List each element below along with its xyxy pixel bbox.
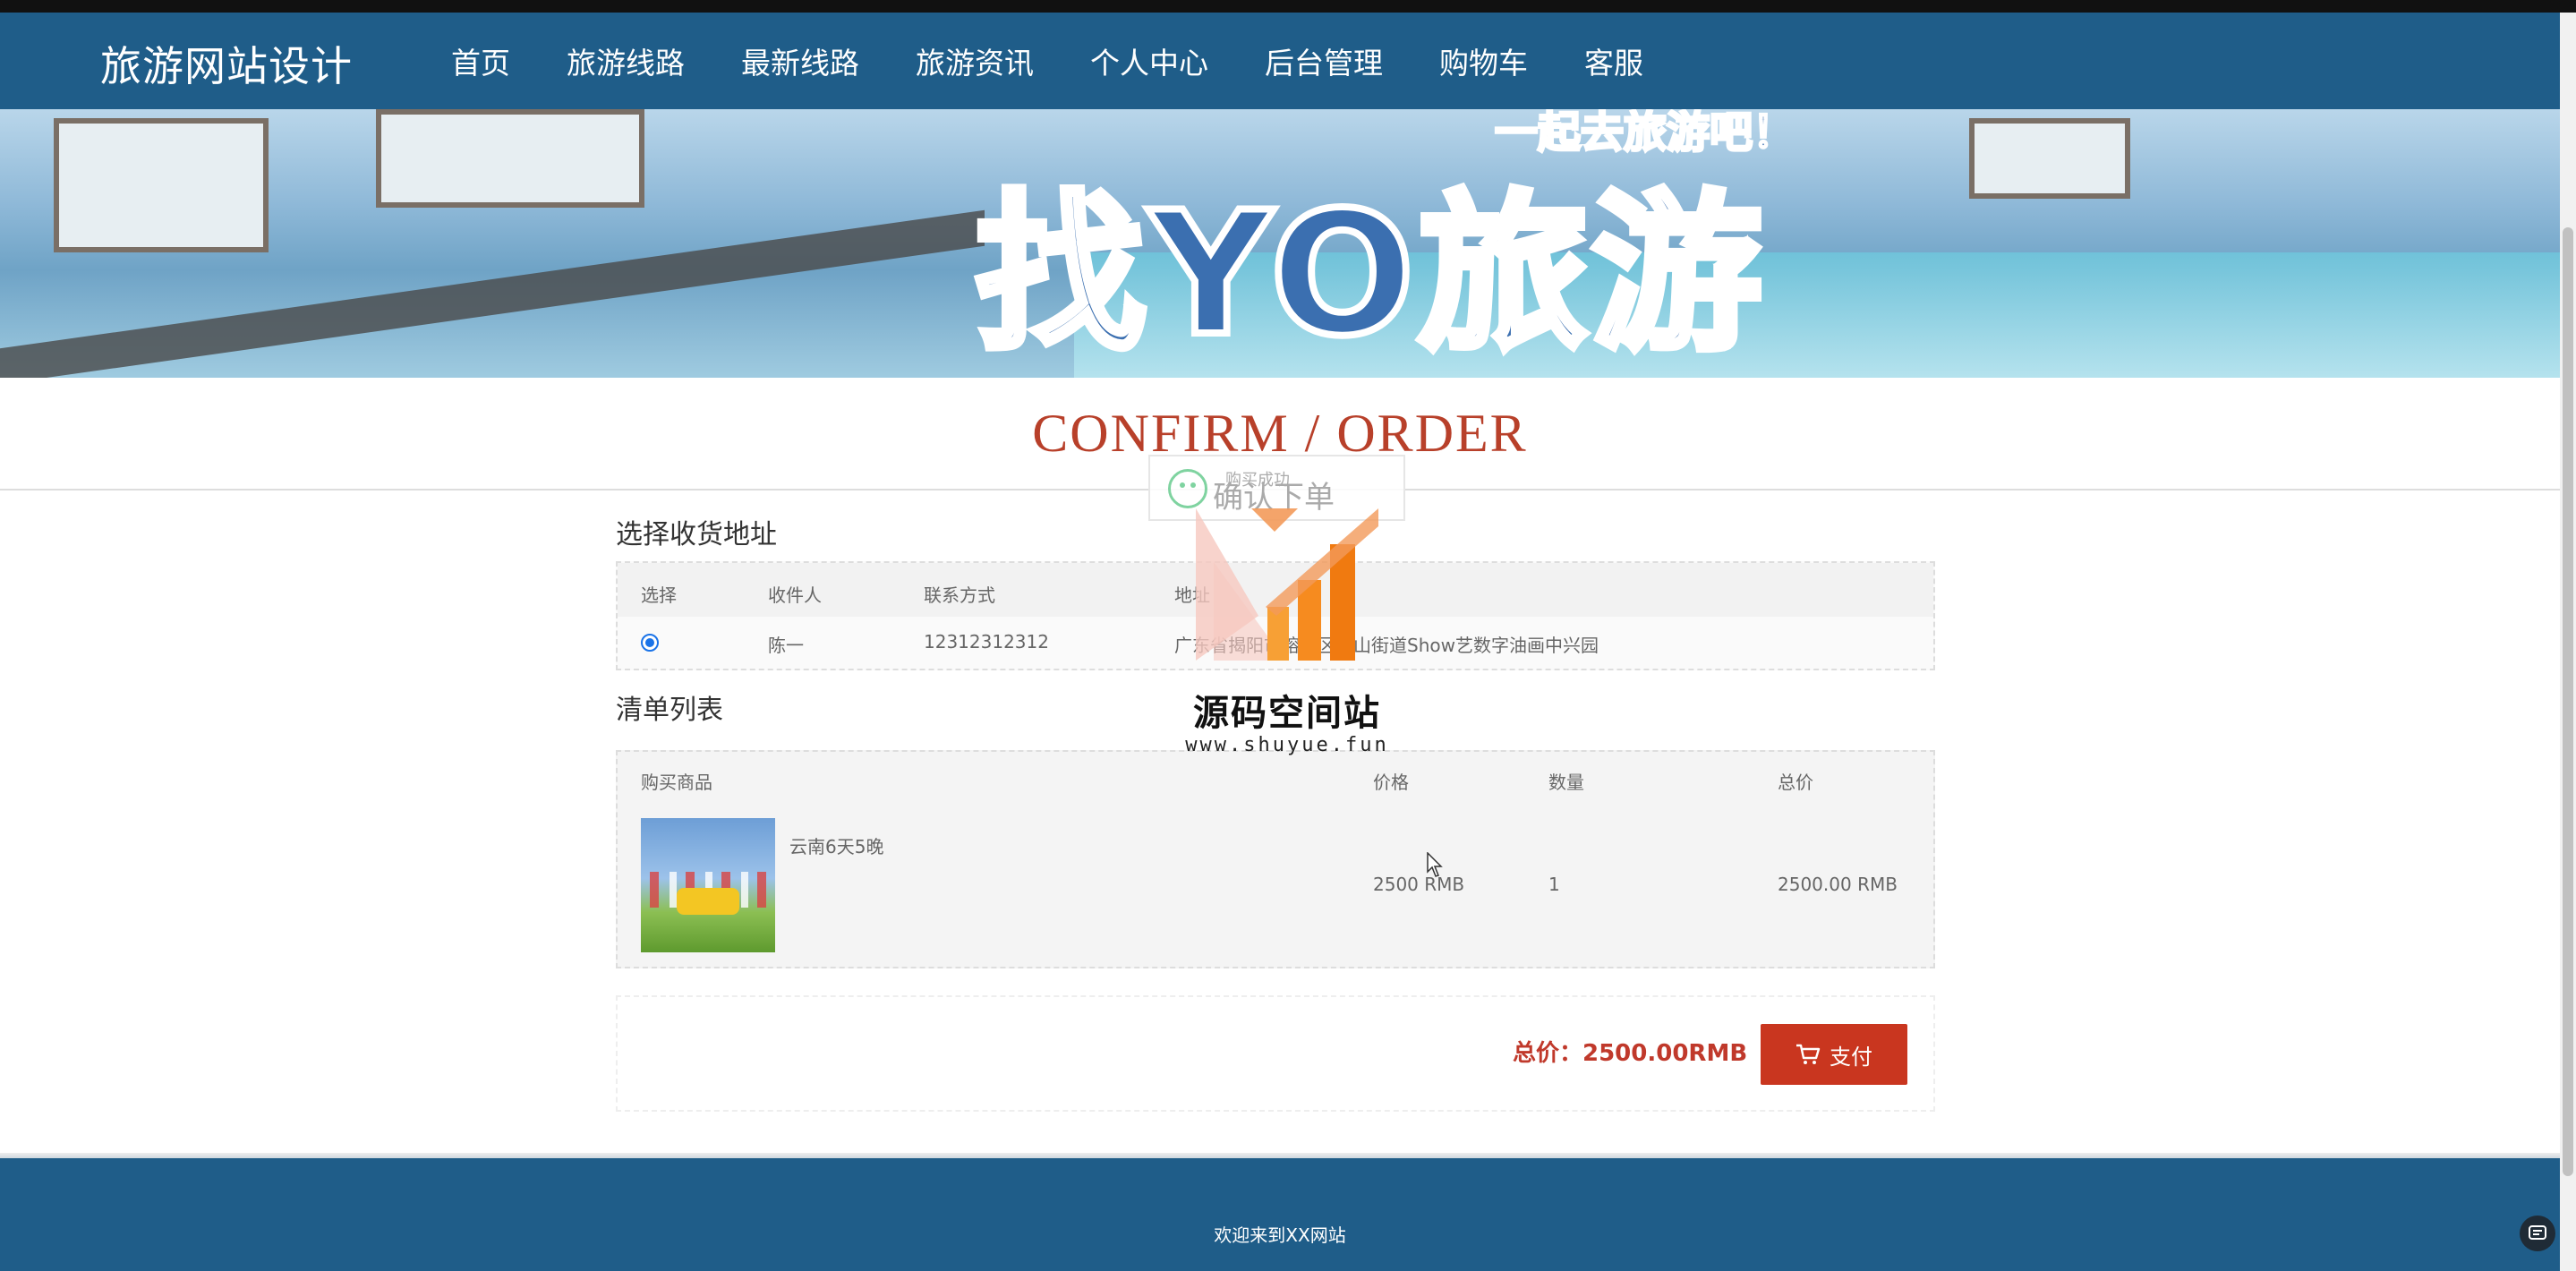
nav-link-news[interactable]: 旅游资讯 [916,39,1034,82]
nav-link-new-routes[interactable]: 最新线路 [741,39,859,82]
chat-icon [2529,1225,2546,1240]
nav-link-profile[interactable]: 个人中心 [1090,39,1208,82]
mouse-cursor-icon [1427,852,1443,877]
list-col-quantity: 数量 [1548,772,1584,793]
nav-links: 首页 旅游线路 最新线路 旅游资讯 个人中心 后台管理 购物车 客服 [451,39,1700,82]
nav-link-service[interactable]: 客服 [1584,39,1643,82]
footer-text: 欢迎来到XX网站 [1214,1224,1346,1246]
list-heading: 清单列表 [616,695,723,726]
order-total: 总价：2500.00RMB [1513,1040,1748,1067]
watermark-title: 源码空间站 [1193,693,1381,734]
hero-banner: 一起去旅游吧！ 找YO旅游 [0,109,2560,378]
list-col-product: 购买商品 [641,772,712,793]
address-recipient: 陈一 [768,635,804,656]
address-col-select: 选择 [641,584,677,606]
address-select-radio[interactable] [641,634,659,652]
nav-link-routes[interactable]: 旅游线路 [567,39,685,82]
banner-villa [1969,118,2130,199]
watermark-url: www.shuyue.fun [1185,734,1389,756]
page-footer: 欢迎来到XX网站 [0,1158,2560,1271]
list-col-total: 总价 [1778,772,1813,793]
product-price: 2500 RMB [1373,874,1465,895]
address-heading: 选择收货地址 [616,519,777,550]
main-navbar: 旅游网站设计 首页 旅游线路 最新线路 旅游资讯 个人中心 后台管理 购物车 客… [0,13,2560,109]
thumbnail-car [677,888,739,915]
watermark-logo [1196,508,1378,661]
pay-button[interactable]: 支付 [1761,1024,1907,1085]
product-name[interactable]: 云南6天5晚 [789,832,883,858]
product-quantity: 1 [1548,874,1560,895]
smile-icon [1168,469,1207,508]
order-list-table: 购买商品 价格 数量 总价 云南6天5晚 2500 RMB 1 2500.00 … [616,750,1935,968]
window-top-strip [0,0,2576,13]
scrollbar-thumb[interactable] [2563,227,2573,1176]
address-phone: 12312312312 [924,631,1049,653]
nav-link-home[interactable]: 首页 [451,39,510,82]
banner-villa [376,109,644,208]
assistant-widget-icon[interactable] [2520,1216,2555,1251]
address-col-phone: 联系方式 [924,584,995,606]
address-col-recipient: 收件人 [768,584,822,606]
banner-villa [54,118,269,252]
page-scrollbar[interactable] [2560,13,2576,1271]
list-col-price: 价格 [1373,772,1409,793]
nav-link-cart[interactable]: 购物车 [1439,39,1528,82]
cart-icon [1796,1044,1821,1064]
nav-link-admin[interactable]: 后台管理 [1265,39,1383,82]
banner-slogan: 找YO旅游 [972,172,1766,377]
pay-button-label: 支付 [1830,1045,1872,1070]
product-total: 2500.00 RMB [1778,874,1898,895]
product-thumbnail[interactable] [641,818,775,952]
site-brand[interactable]: 旅游网站设计 [100,34,353,93]
